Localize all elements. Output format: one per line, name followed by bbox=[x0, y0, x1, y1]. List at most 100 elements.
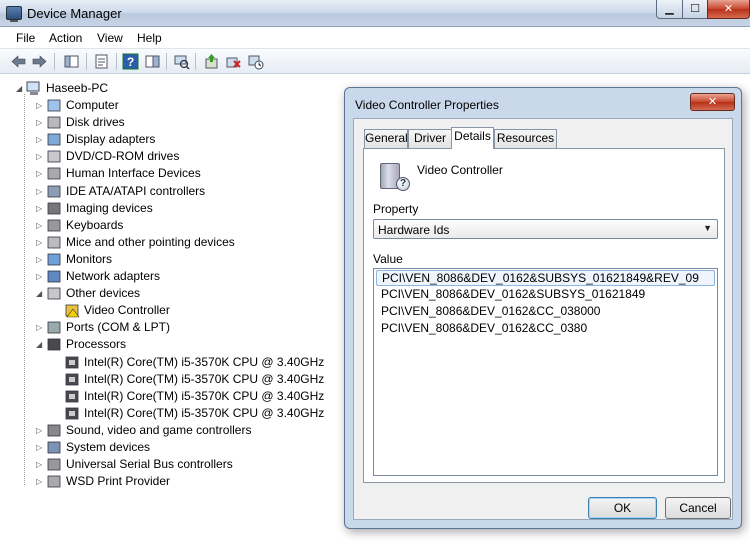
menu-action[interactable]: Action bbox=[49, 31, 82, 45]
tree-category[interactable]: ▷ Monitors bbox=[36, 251, 316, 268]
menu-help[interactable]: Help bbox=[137, 31, 162, 45]
toolbar: ? bbox=[0, 49, 750, 74]
usb-icon bbox=[47, 458, 61, 471]
expand-arrow-icon[interactable]: ▷ bbox=[36, 460, 44, 469]
tree-item-label: DVD/CD-ROM drives bbox=[66, 149, 180, 164]
tree-child-item[interactable]: Intel(R) Core(TM) i5-3570K CPU @ 3.40GHz bbox=[54, 405, 334, 422]
expand-arrow-icon[interactable]: ▷ bbox=[36, 204, 44, 213]
tree-child-item[interactable]: Intel(R) Core(TM) i5-3570K CPU @ 3.40GHz bbox=[54, 388, 334, 405]
expand-arrow-icon[interactable]: ▷ bbox=[36, 187, 44, 196]
tree-category[interactable]: ▷ IDE ATA/ATAPI controllers bbox=[36, 183, 316, 200]
expand-arrow-icon[interactable]: ▷ bbox=[36, 118, 44, 127]
tree-category[interactable]: ◢ Processors bbox=[36, 336, 316, 353]
expand-arrow-icon[interactable]: ▷ bbox=[36, 272, 44, 281]
printer-icon bbox=[47, 475, 61, 488]
unknown-device-icon bbox=[47, 287, 61, 300]
dialog-close-button[interactable]: ✕ bbox=[690, 93, 735, 111]
tree-root[interactable]: ◢ Haseeb-PC bbox=[16, 80, 136, 97]
tree-item-label: Intel(R) Core(TM) i5-3570K CPU @ 3.40GHz bbox=[84, 354, 325, 369]
tree-item-label: Video Controller bbox=[84, 303, 170, 318]
mouse-icon bbox=[47, 236, 61, 249]
device-manager-icon bbox=[6, 6, 22, 22]
expand-arrow-icon[interactable]: ▷ bbox=[36, 443, 44, 452]
tab-details[interactable]: Details bbox=[451, 127, 494, 149]
property-dropdown[interactable]: Hardware Ids ▼ bbox=[373, 219, 718, 239]
expand-arrow-icon[interactable]: ▷ bbox=[36, 135, 44, 144]
tree-child-item[interactable]: Intel(R) Core(TM) i5-3570K CPU @ 3.40GHz bbox=[54, 354, 334, 371]
expand-arrow-icon[interactable]: ▷ bbox=[36, 238, 44, 247]
dvd-icon bbox=[47, 150, 61, 163]
tree-item-label: Mice and other pointing devices bbox=[66, 234, 235, 249]
expand-arrow-icon[interactable]: ▷ bbox=[36, 255, 44, 264]
menu-bar: File Action View Help bbox=[0, 27, 750, 49]
tree-category[interactable]: ▷ Network adapters bbox=[36, 268, 316, 285]
tree-category[interactable]: ▷ Ports (COM & LPT) bbox=[36, 319, 316, 336]
svg-text:?: ? bbox=[127, 55, 134, 69]
value-row[interactable]: PCI\VEN_8086&DEV_0162&SUBSYS_01621849&RE… bbox=[376, 270, 715, 286]
tree-category[interactable]: ▷ Imaging devices bbox=[36, 200, 316, 217]
tree-category[interactable]: ▷ Universal Serial Bus controllers bbox=[36, 456, 316, 473]
ok-button[interactable]: OK bbox=[588, 497, 657, 519]
expand-arrow-icon[interactable]: ▷ bbox=[36, 426, 44, 435]
tab-general[interactable]: General bbox=[364, 129, 408, 148]
uninstall-device-icon[interactable] bbox=[225, 53, 242, 70]
tree-category[interactable]: ▷ Computer bbox=[36, 97, 316, 114]
disable-device-icon[interactable] bbox=[247, 53, 264, 70]
tree-category[interactable]: ▷ Keyboards bbox=[36, 217, 316, 234]
tree-category[interactable]: ▷ Human Interface Devices bbox=[36, 165, 316, 182]
cpu-icon bbox=[47, 338, 61, 351]
show-hide-tree-icon[interactable] bbox=[63, 53, 80, 70]
tree-item-label: WSD Print Provider bbox=[66, 474, 171, 489]
toolbar-separator bbox=[54, 53, 55, 70]
collapse-arrow-icon[interactable]: ◢ bbox=[36, 289, 44, 298]
maximize-button[interactable]: ☐ bbox=[682, 0, 708, 19]
tree-category[interactable]: ▷ DVD/CD-ROM drives bbox=[36, 148, 316, 165]
property-dropdown-value: Hardware Ids bbox=[378, 223, 450, 237]
expand-arrow-icon[interactable]: ▷ bbox=[36, 101, 44, 110]
tree-item-label: Display adapters bbox=[66, 132, 156, 147]
expand-arrow-icon[interactable]: ▷ bbox=[36, 323, 44, 332]
tab-driver[interactable]: Driver bbox=[408, 129, 452, 148]
computer-icon bbox=[26, 81, 40, 95]
value-row[interactable]: PCI\VEN_8086&DEV_0162&CC_0380 bbox=[376, 321, 715, 337]
action-pane-icon[interactable] bbox=[144, 53, 161, 70]
expand-arrow-icon[interactable]: ▷ bbox=[36, 477, 44, 486]
tree-item-label: Keyboards bbox=[66, 217, 124, 232]
display-icon bbox=[47, 133, 61, 146]
update-driver-icon[interactable] bbox=[203, 53, 220, 70]
tree-category[interactable]: ▷ Disk drives bbox=[36, 114, 316, 131]
menu-view[interactable]: View bbox=[97, 31, 123, 45]
tree-item-label: Monitors bbox=[66, 251, 113, 266]
tree-item-label: Human Interface Devices bbox=[66, 166, 201, 181]
value-list[interactable]: PCI\VEN_8086&DEV_0162&SUBSYS_01621849&RE… bbox=[373, 268, 718, 476]
tree-item-label: Sound, video and game controllers bbox=[66, 422, 252, 437]
back-arrow-icon[interactable] bbox=[10, 53, 27, 70]
tree-category[interactable]: ▷ Display adapters bbox=[36, 131, 316, 148]
tree-category[interactable]: ▷ System devices bbox=[36, 439, 316, 456]
scan-hardware-icon[interactable] bbox=[173, 53, 190, 70]
value-row[interactable]: PCI\VEN_8086&DEV_0162&CC_038000 bbox=[376, 304, 715, 320]
tree-child-item[interactable]: Intel(R) Core(TM) i5-3570K CPU @ 3.40GHz bbox=[54, 371, 334, 388]
tree-category[interactable]: ◢ Other devices bbox=[36, 285, 316, 302]
help-icon[interactable]: ? bbox=[122, 53, 139, 70]
close-button[interactable]: ✕ bbox=[707, 0, 750, 19]
expand-arrow-icon[interactable]: ▷ bbox=[36, 152, 44, 161]
expand-arrow-icon[interactable]: ▷ bbox=[36, 221, 44, 230]
expand-arrow-icon[interactable]: ▷ bbox=[36, 169, 44, 178]
collapse-arrow-icon[interactable]: ◢ bbox=[36, 340, 44, 349]
monitor-icon bbox=[47, 253, 61, 266]
camera-icon bbox=[47, 202, 61, 214]
minimize-button[interactable]: ▁ bbox=[656, 0, 683, 19]
properties-icon[interactable] bbox=[93, 53, 110, 70]
cpu-icon bbox=[65, 373, 79, 385]
tree-category[interactable]: ▷ Mice and other pointing devices bbox=[36, 234, 316, 251]
menu-file[interactable]: File bbox=[16, 31, 35, 45]
tree-category[interactable]: ▷ WSD Print Provider bbox=[36, 473, 316, 490]
tree-category[interactable]: ▷ Sound, video and game controllers bbox=[36, 422, 316, 439]
tree-child-item[interactable]: Video Controller bbox=[54, 302, 334, 319]
cancel-button[interactable]: Cancel bbox=[665, 497, 731, 519]
forward-arrow-icon[interactable] bbox=[31, 53, 48, 70]
collapse-arrow-icon[interactable]: ◢ bbox=[16, 84, 24, 93]
value-row[interactable]: PCI\VEN_8086&DEV_0162&SUBSYS_01621849 bbox=[376, 287, 715, 303]
tab-resources[interactable]: Resources bbox=[494, 129, 557, 148]
